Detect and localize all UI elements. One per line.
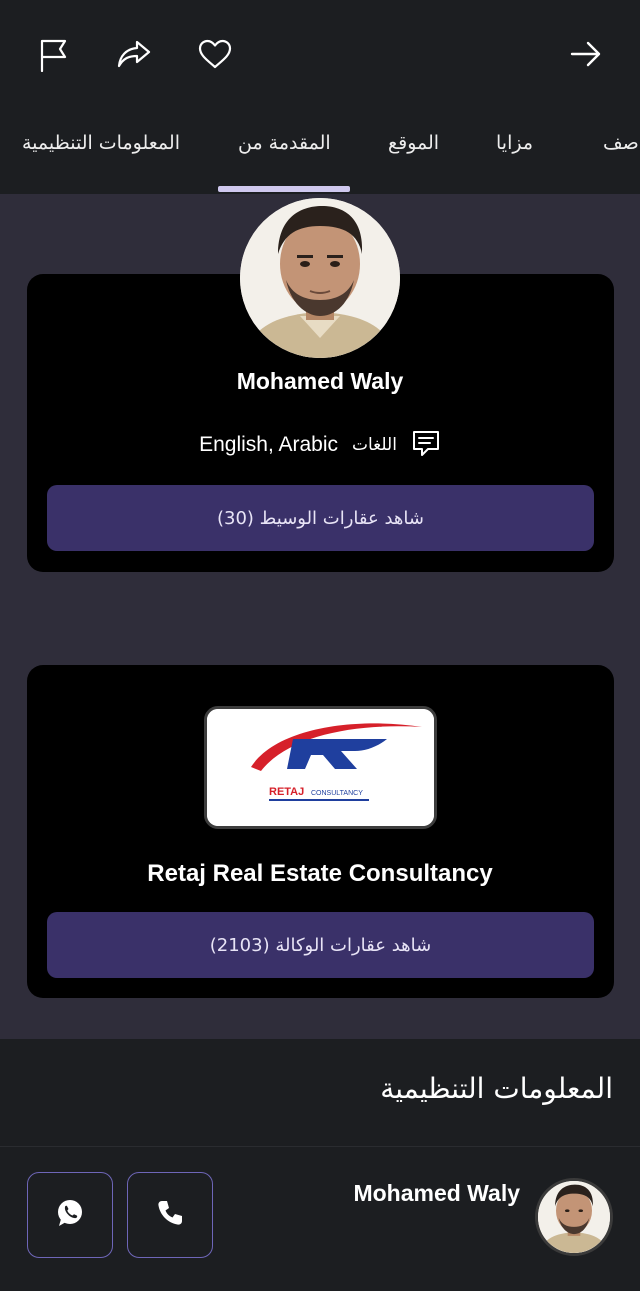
regulatory-info-title: المعلومات التنظيمية	[380, 1072, 613, 1105]
agent-name: Mohamed Waly	[236, 368, 404, 394]
view-agent-listings-button[interactable]: (30) شاهد عقارات الوسيط	[47, 485, 594, 551]
tab-bar: المعلومات التنظيمية المقدمة من الموقع مز…	[0, 110, 640, 194]
logo-text: RETAJ	[269, 786, 304, 798]
languages-value: English, Arabic	[199, 433, 338, 456]
languages-row: English, Arabic اللغات	[0, 428, 640, 462]
contact-avatar[interactable]	[535, 1178, 613, 1256]
languages-label: اللغات	[352, 435, 397, 455]
chat-icon	[411, 428, 441, 463]
agency-logo[interactable]: RETAJ CONSULTANCY	[204, 706, 437, 829]
divider	[0, 1146, 640, 1147]
tab-location[interactable]: الموقع	[388, 132, 439, 154]
active-tab-indicator	[218, 186, 350, 192]
whatsapp-icon	[55, 1198, 85, 1232]
call-button[interactable]	[127, 1172, 213, 1258]
contact-name: Mohamed Waly	[353, 1180, 520, 1206]
view-agency-listings-button[interactable]: شاهد عقارات الوكالة (2103)	[47, 912, 594, 978]
logo-subtext: CONSULTANCY	[311, 790, 363, 797]
arrow-right-icon[interactable]	[562, 30, 610, 78]
whatsapp-button[interactable]	[27, 1172, 113, 1258]
tab-offered-by[interactable]: المقدمة من	[238, 132, 331, 154]
top-toolbar	[0, 0, 640, 110]
agency-name: Retaj Real Estate Consultancy	[147, 860, 493, 887]
tab-features[interactable]: مزايا	[496, 132, 533, 154]
share-icon[interactable]	[110, 30, 158, 78]
tab-regulatory-info[interactable]: المعلومات التنظيمية	[22, 132, 180, 154]
phone-icon	[156, 1199, 184, 1231]
agent-avatar[interactable]	[240, 198, 400, 358]
tab-description[interactable]: صف	[603, 132, 639, 154]
flag-icon[interactable]	[30, 31, 78, 79]
heart-icon[interactable]	[191, 30, 239, 78]
